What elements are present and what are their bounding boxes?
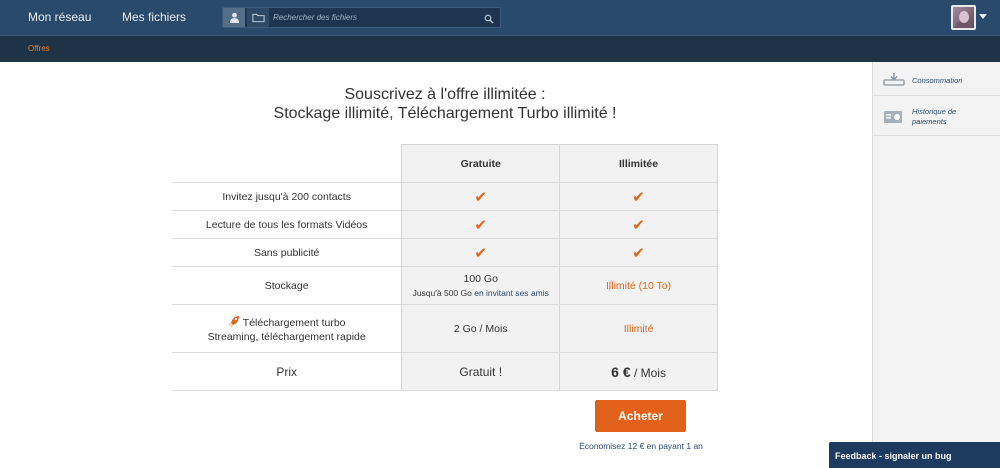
avatar[interactable] [951,5,976,30]
check-icon: ✔ [401,182,561,211]
feature-storage: Stockage [172,266,402,305]
search-bar [222,7,501,28]
table-row: Invitez jusqu'à 200 contacts ✔ ✔ [172,182,718,211]
turbo-sublabel: Streaming, téléchargement rapide [207,330,366,343]
tab-offers[interactable]: Offres [28,44,50,53]
check-icon: ✔ [559,210,718,239]
storage-free-note: Jusqu'à 500 Go en invitant ses amis [402,288,559,298]
check-icon: ✔ [401,210,561,239]
feature-no-ads: Sans publicité [172,238,402,267]
price-unlimited-period: / Mois [630,365,666,380]
page-title: Souscrivez à l'offre illimitée : [344,86,546,103]
feature-videos: Lecture de tous les formats Vidéos [172,210,402,239]
sub-navigation-bar: Offres [0,35,1000,62]
empty-header-cell [172,144,402,183]
storage-free-cell: 100 Go Jusqu'à 500 Go en invitant ses am… [401,266,561,305]
column-header-free: Gratuite [401,144,561,183]
sidebar-item-consumption[interactable]: Consommation [873,62,1000,96]
turbo-free-value: 2 Go / Mois [401,304,561,353]
page-subtitle: Stockage illimité, Téléchargement Turbo … [273,105,617,122]
sidebar: Consommation Historique de paiements [872,62,1000,468]
table-header-row: Gratuite Illimitée [172,144,718,183]
save-yearly-link[interactable]: Économisez 12 € en payant 1 an [548,441,734,451]
sidebar-item-label: Consommation [912,76,963,85]
table-row: Téléchargement turbo Streaming, téléchar… [172,304,718,353]
rocket-icon [228,315,240,331]
price-unlimited-cell: 6 € / Mois [559,352,718,391]
feature-price: Prix [172,352,402,391]
invite-friends-link[interactable]: en invitant ses amis [474,288,549,298]
turbo-unlimited-value: Illimité [559,304,718,353]
storage-icon [883,72,905,91]
table-row: Lecture de tous les formats Vidéos ✔ ✔ [172,210,718,239]
storage-unlimited-value: Illimité (10 To) [559,266,718,305]
table-row: Prix Gratuit ! 6 € / Mois [172,352,718,391]
feature-turbo: Téléchargement turbo Streaming, téléchar… [172,304,402,353]
turbo-label: Téléchargement turbo [242,316,346,329]
search-input[interactable] [273,10,478,25]
price-unlimited-amount: 6 € [611,363,631,380]
top-navigation-bar: Mon réseau Mes fichiers [0,0,1000,35]
table-row: Stockage 100 Go Jusqu'à 500 Go en invita… [172,266,718,305]
check-icon: ✔ [401,238,561,267]
chevron-down-icon[interactable] [979,14,987,19]
folder-filter-icon[interactable] [247,8,269,27]
feature-contacts: Invitez jusqu'à 200 contacts [172,182,402,211]
column-header-unlimited: Illimitée [559,144,718,183]
storage-free-value: 100 Go [463,273,498,285]
feedback-button[interactable]: Feedback - signaler un bug [829,442,1000,468]
offers-comparison-table: Gratuite Illimitée Invitez jusqu'à 200 c… [172,144,718,391]
search-icon[interactable] [484,11,494,29]
user-filter-icon[interactable] [223,8,245,27]
nav-my-network[interactable]: Mon réseau [28,10,91,24]
table-row: Sans publicité ✔ ✔ [172,238,718,267]
storage-free-note-text: Jusqu'à 500 Go [412,288,472,298]
sidebar-item-label: Historique de paiements [912,107,957,126]
payment-history-icon [883,110,903,129]
check-icon: ✔ [559,182,718,211]
price-free-value: Gratuit ! [401,352,561,391]
buy-button[interactable]: Acheter [595,400,686,432]
nav-my-files[interactable]: Mes fichiers [122,10,186,24]
check-icon: ✔ [559,238,718,267]
sidebar-item-payment-history[interactable]: Historique de paiements [873,98,1000,136]
